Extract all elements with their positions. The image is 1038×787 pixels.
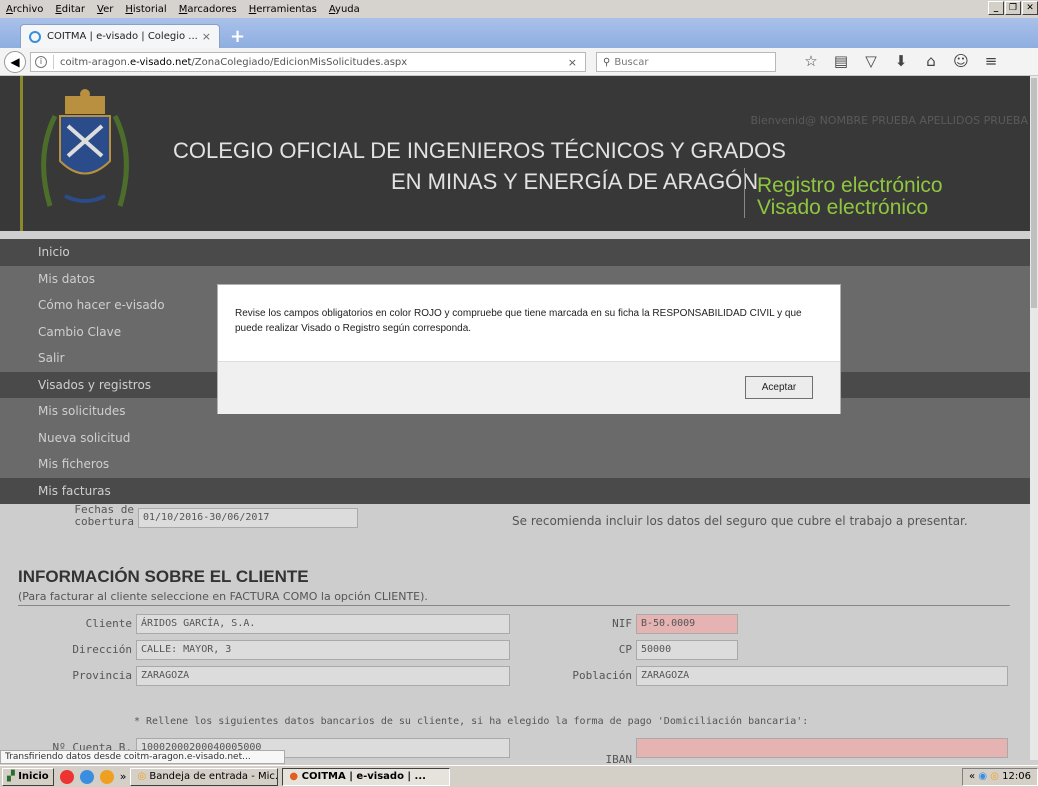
loading-icon <box>29 30 41 43</box>
pocket-icon[interactable]: ▽ <box>856 52 886 70</box>
iban-field[interactable] <box>636 738 1008 758</box>
url-prefix: coitm-aragon. <box>60 56 131 68</box>
header-accent-bar <box>20 76 23 231</box>
visado-electronico-label: Visado electrónico <box>757 196 929 219</box>
new-tab-button[interactable]: + <box>230 26 245 47</box>
windows-taskbar: ▞ Inicio » ◎ Bandeja de entrada - Mic...… <box>0 765 1038 787</box>
url-separator <box>53 55 54 69</box>
direccion-field[interactable]: CALLE: MAYOR, 3 <box>136 640 510 660</box>
back-button[interactable]: ◀ <box>4 51 26 73</box>
menu-item-mis-ficheros[interactable]: Mis ficheros <box>0 451 1030 478</box>
coat-of-arms-logo <box>41 89 129 207</box>
url-bar[interactable]: i coitm-aragon. e-visado.net/ZonaColegiad… <box>30 52 586 72</box>
menu-ayuda[interactable]: Ayuda <box>329 4 360 15</box>
dialog-footer: Aceptar <box>218 361 840 414</box>
toolbar-icons: ☆ ▤ ▽ ⬇ ⌂ ☺ ≡ <box>796 52 1006 70</box>
tab-title: COITMA | e-visado | Colegio ... <box>47 31 198 42</box>
cp-field[interactable]: 50000 <box>636 640 738 660</box>
start-label: Inicio <box>18 770 49 782</box>
nif-label: NIF <box>612 617 632 630</box>
alert-dialog: Revise los campos obligatorios en color … <box>217 284 841 414</box>
client-section-title: INFORMACIÓN SOBRE EL CLIENTE <box>18 567 309 586</box>
cliente-field[interactable]: ÁRIDOS GARCÍA, S.A. <box>136 614 510 634</box>
home-icon[interactable]: ⌂ <box>916 52 946 70</box>
start-button[interactable]: ▞ Inicio <box>2 767 54 786</box>
section-divider <box>18 605 1010 606</box>
menu-marcadores[interactable]: Marcadores <box>179 4 237 15</box>
coverage-label-line2: cobertura <box>74 515 134 528</box>
coverage-dates-field[interactable]: 01/10/2016-30/06/2017 <box>138 508 358 528</box>
taskbar-item-outlook[interactable]: ◎ Bandeja de entrada - Mic... <box>130 767 279 786</box>
search-input[interactable]: ⚲ Buscar <box>596 52 776 72</box>
clear-url-icon[interactable]: × <box>568 56 577 69</box>
url-path: /ZonaColegiado/EdicionMisSolicitudes.asp… <box>191 56 408 68</box>
scrollbar-thumb[interactable] <box>1031 78 1037 308</box>
menu-item-inicio[interactable]: Inicio <box>0 239 1030 266</box>
outlook-task-icon: ◎ <box>137 770 147 782</box>
provincia-label: Provincia <box>72 669 132 682</box>
accept-button[interactable]: Aceptar <box>745 376 813 399</box>
site-header: Bienvenid@ NOMBRE PRUEBA APELLIDOS PRUEB… <box>0 76 1038 231</box>
chrome-icon[interactable] <box>59 769 74 784</box>
menu-archivo[interactable]: Archivo <box>6 4 43 15</box>
header-divider <box>744 168 745 218</box>
tray-chevron[interactable]: « <box>969 771 975 782</box>
client-section-subtitle: (Para facturar al cliente seleccione en … <box>18 590 428 603</box>
menu-bar: Archivo Editar Ver Historial Marcadores … <box>0 0 1038 18</box>
minimize-icon[interactable]: _ <box>988 1 1004 15</box>
info-icon[interactable]: i <box>35 56 47 68</box>
taskbar-item-firefox-label: COITMA | e-visado | ... <box>301 770 426 782</box>
tab-bar: COITMA | e-visado | Colegio ... × + <box>0 18 1038 48</box>
tab-coitma[interactable]: COITMA | e-visado | Colegio ... × <box>20 24 220 48</box>
poblacion-label: Población <box>572 669 632 682</box>
search-placeholder: Buscar <box>614 56 649 68</box>
window-controls: _ ❐ ✕ <box>987 1 1038 15</box>
bookmark-star-icon[interactable]: ☆ <box>796 52 826 70</box>
poblacion-field[interactable]: ZARAGOZA <box>636 666 1008 686</box>
main-content: Fechas de cobertura 01/10/2016-30/06/201… <box>0 504 1030 766</box>
chat-icon[interactable]: ☺ <box>946 52 976 70</box>
menu-historial[interactable]: Historial <box>125 4 166 15</box>
search-icon: ⚲ <box>603 56 611 68</box>
tray-app-icon[interactable]: ◉ <box>978 771 987 782</box>
taskbar-item-firefox[interactable]: ● COITMA | e-visado | ... <box>282 767 451 786</box>
bank-data-note: * Rellene los siguientes datos bancarios… <box>134 716 809 727</box>
menu-herramientas[interactable]: Herramientas <box>249 4 317 15</box>
menu-editar[interactable]: Editar <box>55 4 85 15</box>
firefox-task-icon: ● <box>289 770 299 782</box>
system-tray: « ◉ ◎ 12:06 <box>962 768 1038 786</box>
direccion-label: Dirección <box>72 643 132 656</box>
cp-label: CP <box>618 643 632 656</box>
quicklaunch-chevron[interactable]: » <box>120 770 127 783</box>
menu-item-nueva-solicitud[interactable]: Nueva solicitud <box>0 424 1030 451</box>
menu-ver[interactable]: Ver <box>97 4 113 15</box>
windows-logo-icon: ▞ <box>7 770 15 782</box>
cliente-label: Cliente <box>85 617 132 630</box>
insurance-recommendation: Se recomienda incluir los datos del segu… <box>512 514 968 528</box>
url-host: e-visado.net <box>130 56 192 68</box>
outlook-icon[interactable] <box>99 769 114 784</box>
reader-list-icon[interactable]: ▤ <box>826 52 856 70</box>
close-tab-icon[interactable]: × <box>202 30 211 43</box>
dialog-message: Revise los campos obligatorios en color … <box>235 308 802 334</box>
page-title-line2: EN MINAS Y ENERGÍA DE ARAGÓN <box>391 169 759 194</box>
nav-bar: ◀ i coitm-aragon. e-visado.net/ZonaColegi… <box>0 48 1038 76</box>
close-window-icon[interactable]: ✕ <box>1022 1 1038 15</box>
tray-outlook-icon[interactable]: ◎ <box>990 771 999 782</box>
ie-icon[interactable] <box>79 769 94 784</box>
page-title-line1: COLEGIO OFICIAL DE INGENIEROS TÉCNICOS Y… <box>173 138 786 163</box>
taskbar-item-outlook-label: Bandeja de entrada - Mic... <box>149 770 279 782</box>
page-scrollbar[interactable] <box>1030 76 1038 760</box>
coverage-label: Fechas de cobertura <box>60 504 134 528</box>
registro-electronico-label: Registro electrónico <box>757 174 943 197</box>
welcome-text: Bienvenid@ NOMBRE PRUEBA APELLIDOS PRUEB… <box>750 114 1028 127</box>
menu-item-mis-facturas[interactable]: Mis facturas <box>0 477 1030 504</box>
provincia-field[interactable]: ZARAGOZA <box>136 666 510 686</box>
download-icon[interactable]: ⬇ <box>886 52 916 70</box>
clock: 12:06 <box>1002 771 1031 782</box>
hamburger-menu-icon[interactable]: ≡ <box>976 52 1006 70</box>
restore-icon[interactable]: ❐ <box>1005 1 1021 15</box>
status-text: Transfiriendo datos desde coitm-aragon.e… <box>0 750 285 764</box>
nif-field[interactable]: B-50.0009 <box>636 614 738 634</box>
